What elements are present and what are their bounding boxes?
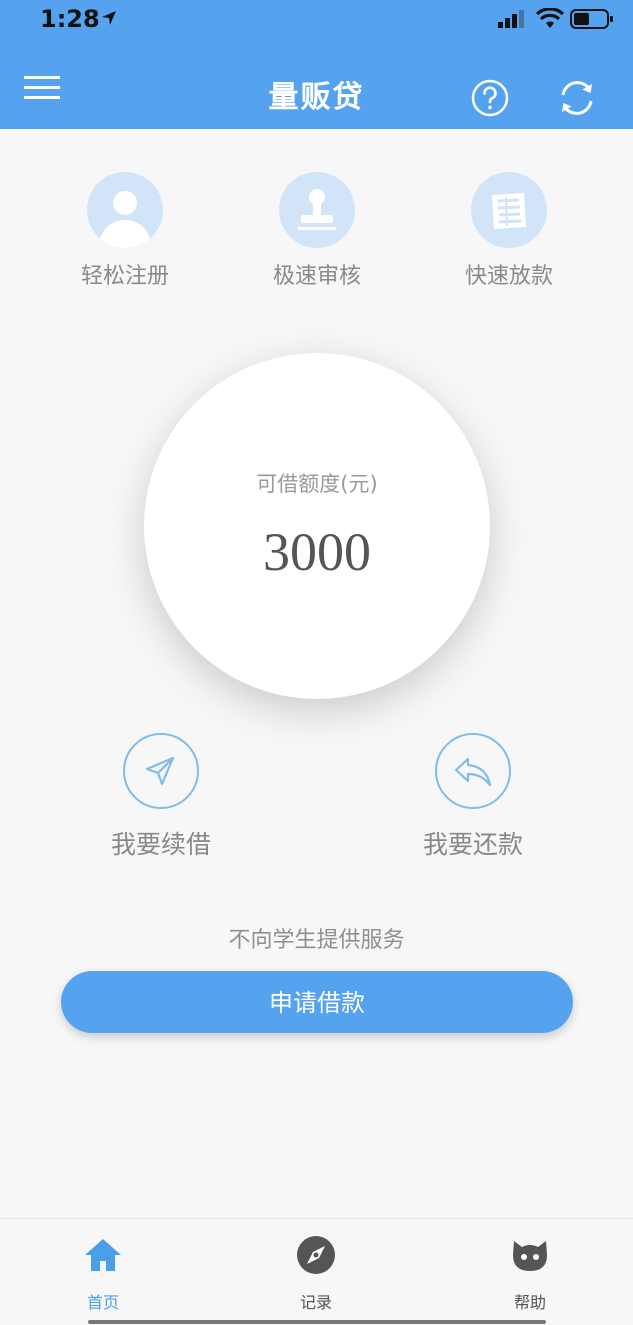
nav-bar: 量贩贷	[0, 40, 633, 129]
feature-label: 轻松注册	[80, 264, 169, 289]
user-icon	[99, 191, 151, 248]
money-icon	[492, 193, 526, 229]
location-arrow-icon	[102, 11, 116, 25]
status-bar: 1:28	[0, 0, 633, 40]
feature-circle	[471, 172, 547, 248]
renew-loan-button[interactable]: 我要续借	[61, 733, 261, 861]
tab-home[interactable]: 首页	[43, 1235, 163, 1313]
repay-label: 我要还款	[422, 830, 523, 859]
quota-amount: 3000	[263, 522, 371, 582]
status-time: 1:28	[40, 5, 100, 33]
battery-icon	[570, 9, 613, 29]
tab-help-label: 帮助	[513, 1293, 546, 1312]
wifi-icon	[536, 8, 564, 28]
tab-help[interactable]: 帮助	[470, 1235, 590, 1313]
renew-label: 我要续借	[110, 830, 211, 859]
tab-records-label: 记录	[299, 1293, 332, 1312]
repay-button[interactable]: 我要还款	[373, 733, 573, 861]
page-title: 量贩贷	[268, 80, 365, 115]
cat-icon	[513, 1241, 547, 1271]
home-indicator	[88, 1320, 546, 1324]
tab-home-label: 首页	[86, 1293, 119, 1312]
feature-circle	[87, 172, 163, 248]
feature-label: 快速放款	[464, 264, 553, 289]
feature-fast-review: 极速审核	[237, 172, 397, 290]
feature-label: 极速审核	[272, 264, 361, 289]
feature-easy-register: 轻松注册	[45, 172, 205, 290]
repay-ring	[435, 733, 511, 809]
quota-label: 可借额度(元)	[256, 472, 378, 496]
stamp-icon	[298, 189, 336, 230]
renew-ring	[123, 733, 199, 809]
apply-loan-button[interactable]: 申请借款	[61, 971, 573, 1033]
send-icon	[145, 756, 175, 786]
tab-bar: 首页 记录 帮助	[0, 1218, 633, 1325]
refresh-icon[interactable]	[555, 76, 599, 120]
cellular-signal-icon	[498, 10, 524, 28]
reply-icon	[454, 757, 492, 787]
help-icon[interactable]	[470, 78, 510, 118]
feature-circle	[279, 172, 355, 248]
quota-card: 可借额度(元) 3000	[144, 353, 490, 699]
compass-icon	[297, 1236, 335, 1274]
tab-records[interactable]: 记录	[256, 1235, 376, 1313]
notice-text: 不向学生提供服务	[228, 928, 405, 953]
home-icon	[85, 1239, 121, 1271]
feature-quick-loan: 快速放款	[429, 172, 589, 290]
